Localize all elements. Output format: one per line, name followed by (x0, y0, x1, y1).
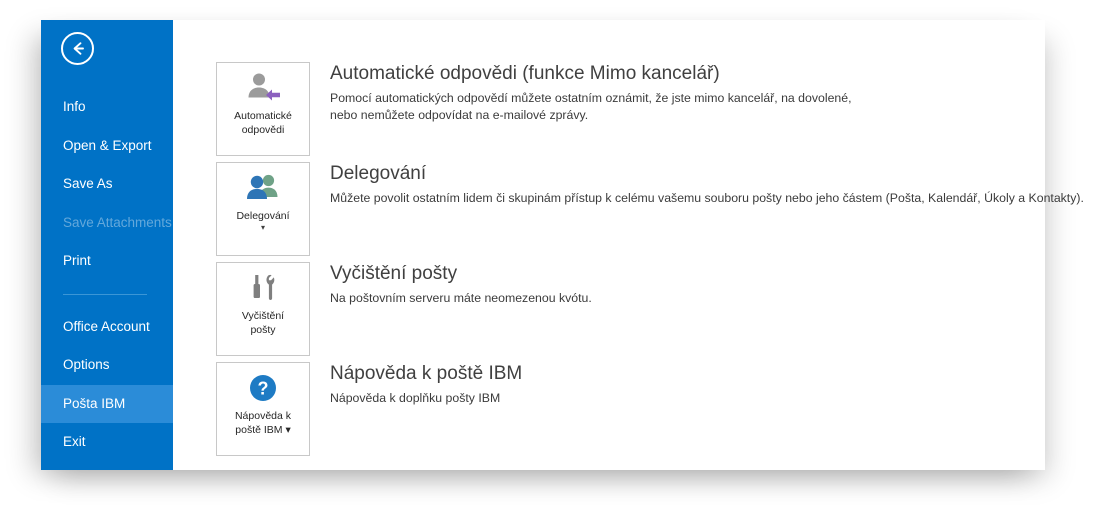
card-description-line1: Pomocí automatických odpovědí můžete ost… (330, 91, 852, 105)
sidebar-item-exit[interactable]: Exit (41, 423, 173, 462)
sidebar-item-label: Open & Export (63, 137, 152, 153)
card-title: Vyčištění pošty (330, 263, 458, 284)
tile-label-line2: poště IBM ▾ (235, 424, 291, 436)
sidebar-item-label: Save As (63, 176, 113, 191)
tile-label-line1: Nápověda k (234, 410, 292, 422)
mailbox-cleanup-button[interactable]: Vyčištění pošty (216, 262, 310, 356)
card-description-line2: nebo nemůžete odpovídat na e-mailové zpr… (330, 108, 589, 122)
sidebar-item-label: Info (63, 99, 86, 114)
tools-icon (217, 263, 309, 309)
sidebar-divider (63, 293, 147, 295)
sidebar-item-label: Pošta IBM (63, 395, 126, 411)
ibm-mail-help-text: Nápověda k poště IBM Nápověda k doplňku … (330, 362, 1036, 407)
mailbox-cleanup-label: Vyčištění pošty (217, 309, 309, 337)
automatic-replies-text: Automatické odpovědi (funkce Mimo kancel… (330, 62, 1036, 124)
ibm-mail-help-label: Nápověda k poště IBM ▾ (217, 409, 309, 437)
sidebar-item-posta-ibm[interactable]: Pošta IBM (41, 384, 173, 423)
tile-label-line1: Delegování (236, 210, 290, 222)
tile-label-line2: pošty (250, 324, 276, 336)
delegation-label: Delegování (217, 209, 309, 223)
sidebar-nav: Info Open & Export Save As Save Attachme… (41, 88, 173, 462)
sidebar-item-info[interactable]: Info (41, 88, 173, 127)
card-description-line1: Nápověda k doplňku pošty IBM (330, 391, 501, 405)
card-title: Delegování (330, 163, 427, 184)
delegation-text: Delegování Můžete povolit ostatním lidem… (330, 162, 1084, 207)
sidebar-item-options[interactable]: Options (41, 346, 173, 385)
card-mailbox-cleanup: Vyčištění pošty Vyčištění pošty Na pošto… (216, 262, 1036, 356)
mailbox-cleanup-text: Vyčištění pošty Na poštovním serveru mát… (330, 262, 1036, 307)
backstage-sidebar: Info Open & Export Save As Save Attachme… (41, 20, 173, 470)
card-description-line1: Můžete povolit ostatním lidem či skupiná… (330, 191, 1084, 205)
two-people-icon (217, 163, 309, 209)
card-title: Automatické odpovědi (funkce Mimo kancel… (330, 63, 720, 84)
tile-label-line1: Vyčištění (241, 310, 285, 322)
back-arrow-icon[interactable] (61, 32, 94, 65)
card-title: Nápověda k poště IBM (330, 363, 523, 384)
sidebar-item-label: Options (63, 357, 110, 372)
sidebar-item-open-export[interactable]: Open & Export (41, 127, 173, 166)
sidebar-item-label: Print (63, 253, 91, 268)
delegation-button[interactable]: Delegování ▾ (216, 162, 310, 256)
tile-label-line2: odpovědi (241, 124, 285, 136)
app-root: Info Open & Export Save As Save Attachme… (0, 0, 1106, 510)
card-ibm-mail-help: ? Nápověda k poště IBM ▾ Nápověda k pošt… (216, 362, 1036, 456)
automatic-replies-label: Automatické odpovědi (217, 109, 309, 137)
card-automatic-replies: Automatické odpovědi Automatické odpověd… (216, 62, 1036, 156)
chevron-down-icon[interactable]: ▾ (217, 223, 309, 233)
ibm-mail-help-button[interactable]: ? Nápověda k poště IBM ▾ (216, 362, 310, 456)
card-delegation: Delegování ▾ Delegování Můžete povolit o… (216, 162, 1084, 256)
help-question-icon: ? (217, 363, 309, 409)
svg-text:?: ? (258, 379, 269, 399)
backstage-window: Info Open & Export Save As Save Attachme… (41, 20, 1084, 470)
card-description-line1: Na poštovním serveru máte neomezenou kvó… (330, 291, 592, 305)
sidebar-item-print[interactable]: Print (41, 242, 173, 281)
sidebar-item-label: Office Account (63, 318, 150, 334)
sidebar-item-save-as[interactable]: Save As (41, 165, 173, 204)
sidebar-item-office-account[interactable]: Office Account (41, 308, 173, 347)
automatic-replies-button[interactable]: Automatické odpovědi (216, 62, 310, 156)
sidebar-item-label: Save Attachments (63, 214, 172, 230)
tile-label-line1: Automatické (234, 110, 292, 122)
sidebar-item-label: Exit (63, 434, 86, 449)
sidebar-item-save-attachments: Save Attachments (41, 204, 173, 243)
backstage-content: Automatické odpovědi Automatické odpověd… (173, 20, 1084, 470)
person-reply-icon (217, 63, 309, 109)
